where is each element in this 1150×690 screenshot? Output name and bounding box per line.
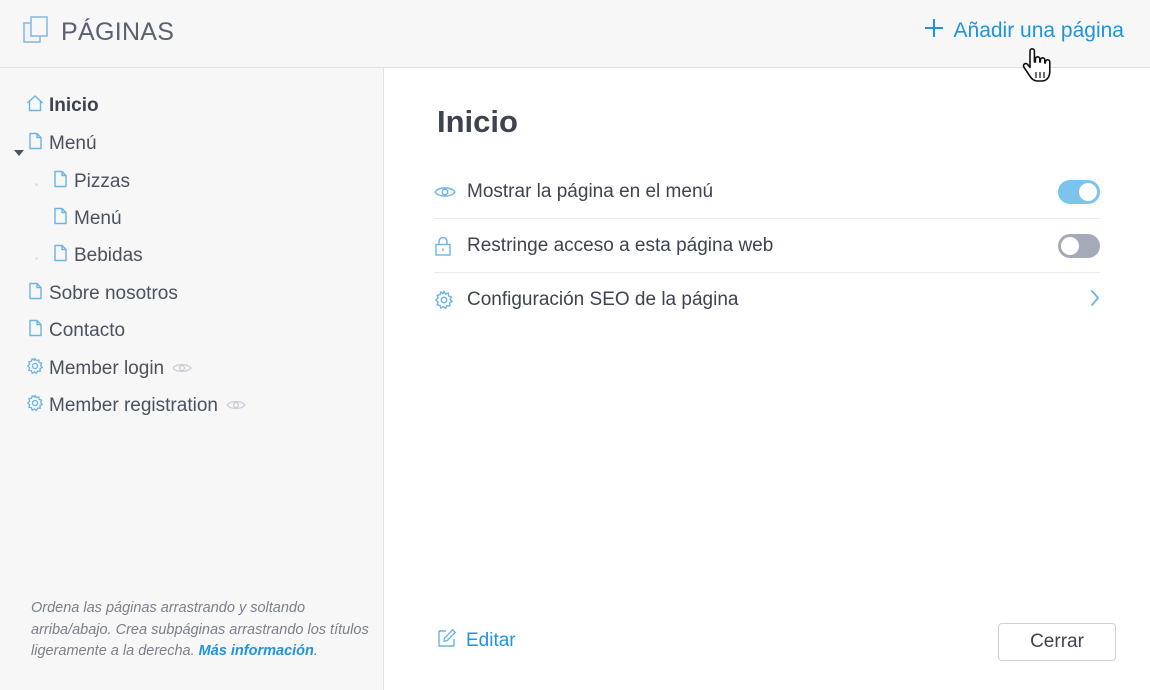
caret-down-icon[interactable] [14,143,24,161]
add-page-button[interactable]: Añadir una página [924,18,1124,43]
sidebar-item-menu-sub[interactable]: Menú [51,206,122,232]
sidebar-item-pizzas[interactable]: Pizzas [51,169,130,195]
sidebar-item-label: Pizzas [74,171,130,192]
show-in-menu-toggle[interactable] [1058,179,1100,204]
help-text-end: . [313,643,318,659]
sidebar-item-contacto[interactable]: Contacto [26,318,125,344]
sidebar-item-label: Member registration [49,395,218,416]
help-text: Ordena las páginas arrastrando y soltand… [31,598,371,663]
edit-button[interactable]: Editar [437,628,516,653]
sidebar-item-label: Bebidas [74,245,143,266]
sidebar-item-sobre-nosotros[interactable]: Sobre nosotros [26,281,178,307]
gear-icon [26,357,44,381]
header-title-group: PÁGINAS [23,16,174,49]
tree-guide-dot [35,183,38,186]
page-title: Inicio [437,104,518,139]
toggle-knob [1061,236,1079,255]
edit-label: Editar [466,629,516,651]
setting-label: Restringe acceso a esta página web [467,234,774,256]
setting-label: Mostrar la página en el menú [467,180,714,202]
sidebar-item-bebidas[interactable]: Bebidas [51,243,143,269]
eye-icon [226,395,246,417]
close-button[interactable]: Cerrar [998,623,1116,661]
add-page-label: Añadir una página [953,18,1124,42]
more-info-link[interactable]: Más información [199,643,314,659]
page-icon [51,170,69,194]
setting-row-seo[interactable]: Configuración SEO de la página [434,273,1100,327]
pages-icon [23,16,49,49]
chevron-right-icon [1090,289,1100,312]
gear-icon [26,394,44,418]
page-icon [51,207,69,231]
eye-icon [434,185,467,199]
page-icon [26,132,44,156]
toggle-knob [1079,182,1097,201]
page-icon [26,319,44,343]
setting-row-restrict-access: Restringe acceso a esta página web [434,219,1100,273]
pages-sidebar: Inicio Menú Pizzas Menú Bebidas Sobre no… [0,68,384,690]
header: PÁGINAS Añadir una página [0,0,1150,68]
home-icon [26,94,44,118]
eye-icon [172,358,192,380]
page-settings-panel: Inicio Mostrar la página en el menú Rest… [384,68,1150,690]
sidebar-item-label: Contacto [49,320,126,341]
sidebar-item-label: Menú [74,208,122,229]
setting-label: Configuración SEO de la página [467,289,739,310]
sidebar-item-member-login[interactable]: Member login [26,356,192,382]
sidebar-item-inicio[interactable]: Inicio [26,93,99,119]
lock-icon [434,236,467,256]
page-title-header: PÁGINAS [61,18,175,46]
tree-guide-dot [35,257,38,260]
sidebar-item-label: Inicio [49,95,99,116]
sidebar-item-label: Sobre nosotros [49,283,178,304]
sidebar-item-menu[interactable]: Menú [26,131,97,157]
setting-row-show-in-menu: Mostrar la página en el menú [434,165,1100,219]
sidebar-item-label: Menú [49,133,97,154]
restrict-access-toggle[interactable] [1058,233,1100,258]
plus-icon [924,18,944,43]
gear-icon [434,290,467,310]
sidebar-item-label: Member login [49,358,165,379]
page-icon [26,282,44,306]
sidebar-item-member-registration[interactable]: Member registration [26,393,246,419]
page-icon [51,244,69,268]
edit-icon [437,628,457,653]
